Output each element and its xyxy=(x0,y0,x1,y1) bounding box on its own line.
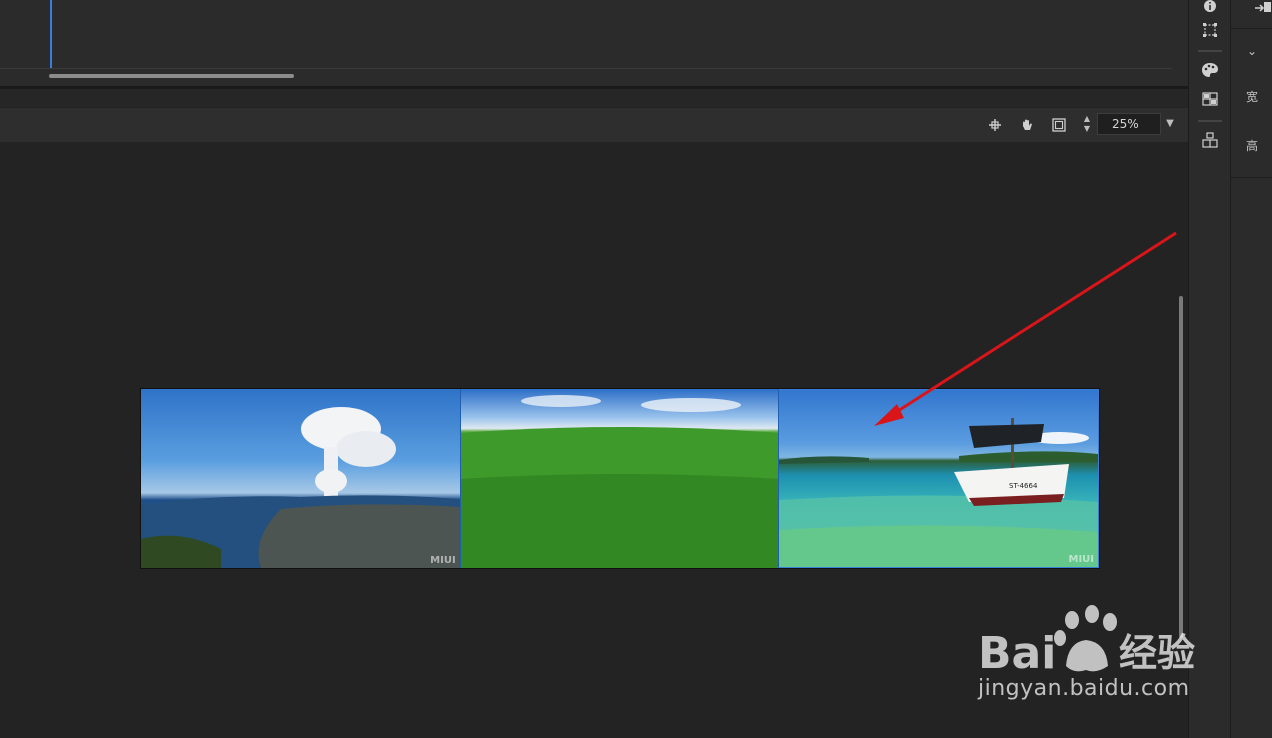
photo-watermark: MIUI xyxy=(1068,554,1095,565)
timeline-horizontal-scrollbar[interactable] xyxy=(49,74,294,78)
photo-green-field[interactable] xyxy=(459,389,779,568)
export-icon[interactable] xyxy=(1253,0,1272,16)
watermark-brand: Bai xyxy=(978,628,1056,679)
timeline-track-line xyxy=(0,68,1172,69)
palette-icon[interactable] xyxy=(1200,60,1220,80)
hand-icon[interactable] xyxy=(1018,116,1036,134)
properties-panel: ⌄ 宽 高 xyxy=(1230,0,1272,738)
zoom-input[interactable]: 25% xyxy=(1097,113,1161,135)
crosshair-icon[interactable] xyxy=(986,116,1004,134)
watermark-brand-cn: 经验 xyxy=(1119,631,1195,675)
boat-label: ST-4664 xyxy=(1009,482,1038,490)
photo-boat-sea[interactable]: ST-4664 MIUI xyxy=(778,389,1100,568)
zoom-stepper[interactable]: ▲ ▼ xyxy=(1081,114,1093,136)
transform-icon[interactable] xyxy=(1200,20,1220,40)
canvas-vertical-scrollbar[interactable] xyxy=(1179,296,1183,638)
photo-volcano-city[interactable]: MIUI xyxy=(141,389,460,568)
photo-watermark: MIUI xyxy=(430,555,456,566)
rail-separator xyxy=(1198,50,1222,52)
info-icon[interactable] xyxy=(1200,0,1220,16)
layers-icon[interactable] xyxy=(1200,130,1220,150)
panel-divider xyxy=(1231,177,1272,178)
watermark-url: jingyan.baidu.com xyxy=(978,676,1190,701)
playhead[interactable] xyxy=(50,0,52,68)
rail-separator xyxy=(1198,120,1222,122)
timeline-area xyxy=(0,0,1188,86)
collapse-chevron-icon[interactable]: ⌄ xyxy=(1231,44,1272,58)
zoom-dropdown-chevron-icon[interactable]: ▼ xyxy=(1162,113,1178,135)
viewer-toolbar: ▲ ▼ 25% ▼ xyxy=(0,108,1188,142)
height-label: 高 xyxy=(1245,139,1258,153)
width-label: 宽 xyxy=(1245,90,1258,104)
empty-band xyxy=(0,89,1188,107)
image-strip[interactable]: MIUI ST-4664 MIUI xyxy=(140,388,1100,569)
panel-header xyxy=(1231,0,1272,29)
grid-icon[interactable] xyxy=(1200,89,1220,109)
frame-icon[interactable] xyxy=(1050,116,1068,134)
